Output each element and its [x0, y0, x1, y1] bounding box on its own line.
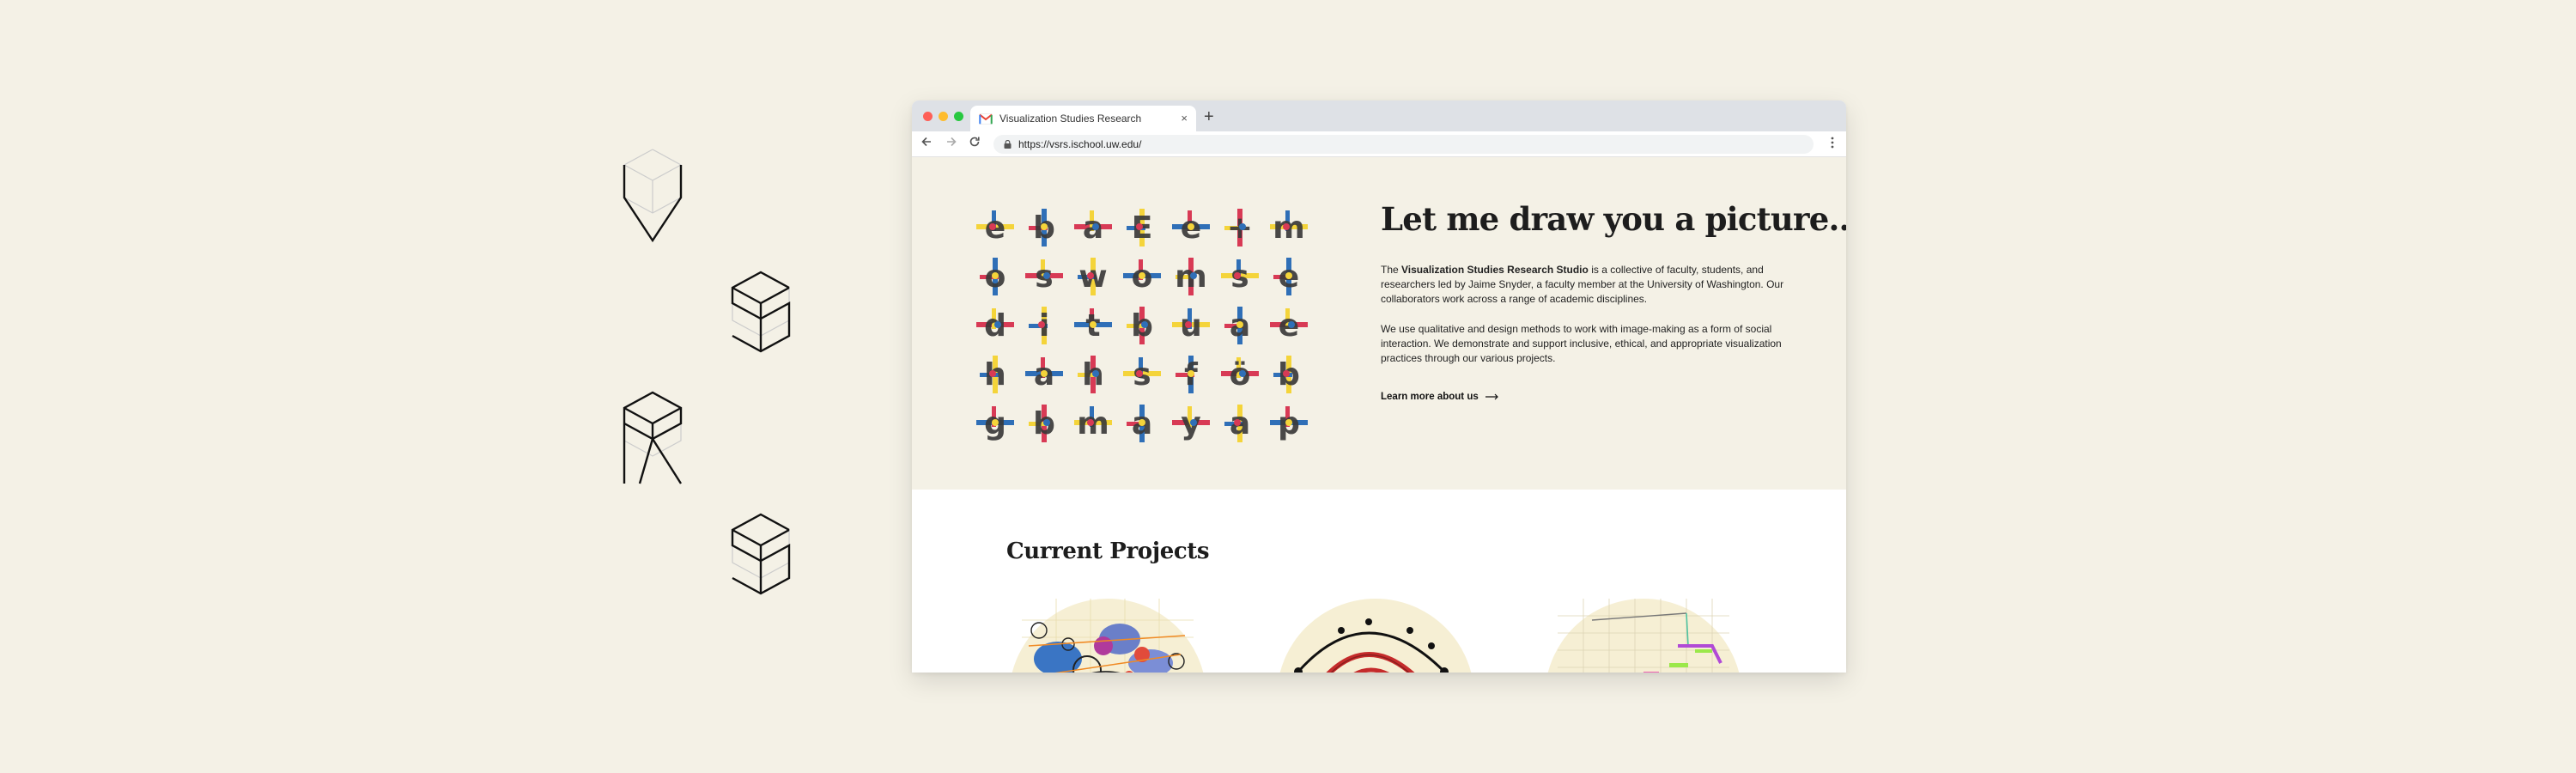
p1-lead: The [1381, 263, 1402, 276]
letter-glyph: o [980, 258, 1005, 295]
logo-cube-r-icon [623, 391, 683, 487]
hero-paragraph-2: We use qualitative and design methods to… [1381, 322, 1782, 364]
minimize-window-button[interactable] [939, 112, 948, 121]
hero-text-block: Let me draw you a picture... The Visuali… [1381, 200, 1846, 404]
zoom-window-button[interactable] [954, 112, 963, 121]
letter-glyph: y [1172, 406, 1210, 441]
letter-glyph: i [1029, 307, 1049, 344]
letter-glyph: a [1224, 307, 1250, 344]
letter-glyph: a [1025, 357, 1063, 393]
letter-glyph: + [1224, 209, 1253, 247]
project-thumbnail-2[interactable] [1273, 594, 1479, 673]
browser-tab[interactable]: Visualization Studies Research × [970, 106, 1196, 131]
browser-toolbar: https://vsrs.ischool.uw.edu/ [912, 131, 1846, 157]
letter-glyph: m [1175, 258, 1207, 295]
letter-glyph: b [1029, 405, 1055, 442]
logo-cube-v-icon [623, 148, 683, 244]
letter-glyph: o [1123, 259, 1161, 295]
letter-glyph: e [1270, 308, 1308, 344]
hero-paragraph-1: The Visualization Studies Research Studi… [1381, 263, 1810, 307]
letter-glyph: a [1224, 405, 1250, 442]
close-window-button[interactable] [923, 112, 933, 121]
letter-glyph: f [1176, 356, 1198, 393]
logo-cube-s2-icon [731, 513, 791, 609]
projects-title: Current Projects [1006, 539, 1210, 564]
letter-glyph: m [1270, 210, 1308, 246]
back-arrow-icon[interactable] [920, 136, 933, 151]
project-thumbnail-3[interactable] [1540, 594, 1747, 673]
letter-glyph: h [1078, 356, 1104, 393]
tab-bar: Visualization Studies Research × + [912, 100, 1846, 131]
letter-glyph: m [1074, 406, 1112, 441]
window-controls [923, 112, 963, 121]
letter-glyph: a [1127, 405, 1152, 442]
browser-window: Visualization Studies Research × + https… [912, 100, 1846, 673]
letter-glyph: e [976, 210, 1014, 246]
letter-glyph: g [976, 406, 1014, 441]
letter-glyph: E [1127, 209, 1152, 247]
new-tab-button[interactable]: + [1204, 107, 1214, 127]
kebab-menu-icon[interactable] [1831, 137, 1834, 152]
lock-icon [1004, 140, 1012, 149]
letter-glyph: b [1273, 356, 1300, 393]
letter-glyph: w [1078, 258, 1108, 295]
letter-glyph: ö [1221, 357, 1259, 393]
letter-glyph: b [1127, 307, 1153, 344]
gmail-icon [979, 113, 993, 125]
letter-glyph: e [1172, 210, 1210, 246]
letter-glyph: e [1273, 258, 1299, 295]
letter-glyph: h [980, 356, 1006, 393]
letter-glyph: s [1221, 259, 1259, 295]
letter-glyph: t [1074, 308, 1112, 344]
hero-section: ebaEe+moswomseditbuaehahsföbgbmayap Let … [912, 157, 1846, 490]
address-bar[interactable]: https://vsrs.ischool.uw.edu/ [993, 135, 1814, 154]
page-viewport: ebaEe+moswomseditbuaehahsföbgbmayap Let … [912, 157, 1846, 673]
learn-more-label: Learn more about us [1381, 391, 1479, 402]
projects-section: Current Projects [912, 490, 1846, 673]
letter-glyph: p [1270, 406, 1308, 441]
arrow-right-icon [1485, 393, 1498, 400]
forward-arrow-icon[interactable] [945, 136, 957, 151]
tab-title: Visualization Studies Research [999, 113, 1142, 125]
studio-name: Visualization Studies Research Studio [1401, 263, 1589, 276]
learn-more-link[interactable]: Learn more about us [1381, 392, 1499, 402]
tab-close-icon[interactable]: × [1181, 112, 1188, 125]
url-text: https://vsrs.ischool.uw.edu/ [1018, 138, 1142, 150]
reload-icon[interactable] [969, 136, 981, 151]
letter-glyph: b [1029, 209, 1055, 247]
letter-glyph: u [1172, 308, 1210, 344]
letter-grid-illustration: ebaEe+moswomseditbuaehahsföbgbmayap [971, 204, 1315, 461]
letter-glyph: s [1123, 357, 1161, 393]
letter-glyph: d [976, 308, 1014, 344]
hero-title: Let me draw you a picture... [1381, 200, 1846, 238]
logo-cube-s-icon [731, 271, 791, 367]
letter-glyph: a [1074, 210, 1112, 246]
project-thumbnail-1[interactable] [1005, 594, 1211, 673]
letter-glyph: s [1025, 259, 1063, 295]
